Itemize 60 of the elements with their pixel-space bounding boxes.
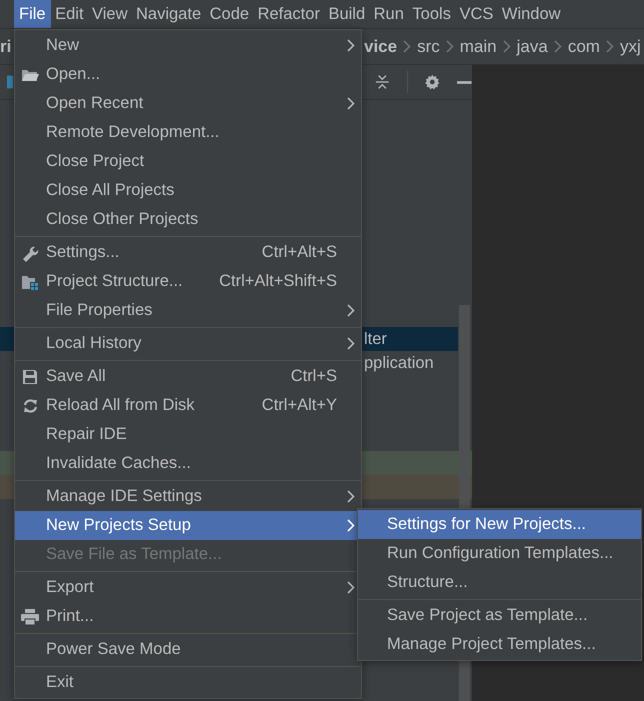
breadcrumb-item[interactable]: vice xyxy=(364,36,398,56)
menu-item[interactable]: Local History xyxy=(15,329,361,358)
chevron-right-icon xyxy=(554,40,562,53)
menu-item[interactable]: Print... xyxy=(15,602,361,631)
menu-item[interactable]: Open Recent xyxy=(15,89,361,118)
menu-bar-item[interactable]: File xyxy=(14,0,51,28)
breadcrumb-item[interactable]: com xyxy=(568,36,600,56)
menu-bar-item[interactable]: Refactor xyxy=(254,0,324,28)
chevron-right-icon xyxy=(403,40,412,53)
chevron-right-icon xyxy=(606,40,614,53)
settings-icon[interactable] xyxy=(424,74,440,90)
panel-icon xyxy=(7,75,14,89)
shortcut-label: Ctrl+Alt+Y xyxy=(262,396,337,415)
menu-bar-item[interactable]: View xyxy=(88,0,132,28)
breadcrumb-item[interactable]: src xyxy=(417,36,440,56)
breadcrumb-item[interactable]: yxj xyxy=(620,36,641,56)
chevron-right-icon xyxy=(446,40,454,53)
menu-item[interactable]: Reload All from Disk Ctrl+Alt+Y xyxy=(15,391,361,420)
menu-bar-item[interactable]: Edit xyxy=(51,0,88,28)
reload-icon xyxy=(22,398,38,414)
menu-bar-item[interactable]: Window xyxy=(498,0,565,28)
menu-item[interactable]: Power Save Mode xyxy=(15,635,361,664)
menu-bar-item[interactable]: VCS xyxy=(455,0,498,28)
menu-item[interactable]: Exit xyxy=(15,668,361,697)
menu-item[interactable]: Remote Development... xyxy=(15,118,361,147)
folder-icon xyxy=(21,68,39,82)
chevron-right-icon xyxy=(502,40,511,53)
panel-title: ri xyxy=(0,36,12,56)
menu-bar-item[interactable]: Tools xyxy=(408,0,455,28)
menu-item[interactable]: Save Project as Template... xyxy=(358,601,641,630)
printer-icon xyxy=(21,608,39,624)
shortcut-label: Ctrl+Alt+S xyxy=(262,243,337,262)
menu-item[interactable]: Repair IDE xyxy=(15,420,361,449)
menu-item[interactable]: Close Other Projects xyxy=(15,205,361,234)
minimize-icon[interactable] xyxy=(457,80,472,84)
menu-bar-item[interactable]: Build xyxy=(324,0,370,28)
menu-item[interactable]: File Properties xyxy=(15,296,361,325)
menu-item[interactable]: Close Project xyxy=(15,147,361,176)
folder-grid-icon xyxy=(21,274,39,290)
menu-item[interactable]: Manage Project Templates... xyxy=(358,630,641,659)
menu-item[interactable]: Manage IDE Settings xyxy=(15,482,361,511)
menu-item[interactable]: Structure... xyxy=(358,568,641,597)
shortcut-label: Ctrl+Alt+Shift+S xyxy=(219,272,337,291)
menu-item[interactable]: Run Configuration Templates... xyxy=(358,539,641,568)
breadcrumb-item[interactable]: main xyxy=(460,36,497,56)
breadcrumb-item[interactable]: java xyxy=(516,36,548,56)
menu-item[interactable]: Invalidate Caches... xyxy=(15,449,361,478)
menu-item[interactable]: Close All Projects xyxy=(15,176,361,205)
menu-item[interactable]: Settings... Ctrl+Alt+S xyxy=(15,238,361,267)
menu-bar-item[interactable]: Navigate xyxy=(132,0,206,28)
menu-item[interactable]: Project Structure... Ctrl+Alt+Shift+S xyxy=(15,267,361,296)
menu-item[interactable]: New xyxy=(15,31,361,60)
menu-bar-item[interactable]: Run xyxy=(370,0,408,28)
shortcut-label: Ctrl+S xyxy=(290,367,337,386)
collapse-all-icon xyxy=(375,74,390,90)
menu-item[interactable]: Open... xyxy=(15,60,361,89)
menu-item[interactable]: Export xyxy=(15,573,361,602)
menu-item[interactable]: Save All Ctrl+S xyxy=(15,362,361,391)
menu-item[interactable]: Settings for New Projects... xyxy=(358,510,641,539)
menu-bar-item[interactable]: Code xyxy=(206,0,254,28)
